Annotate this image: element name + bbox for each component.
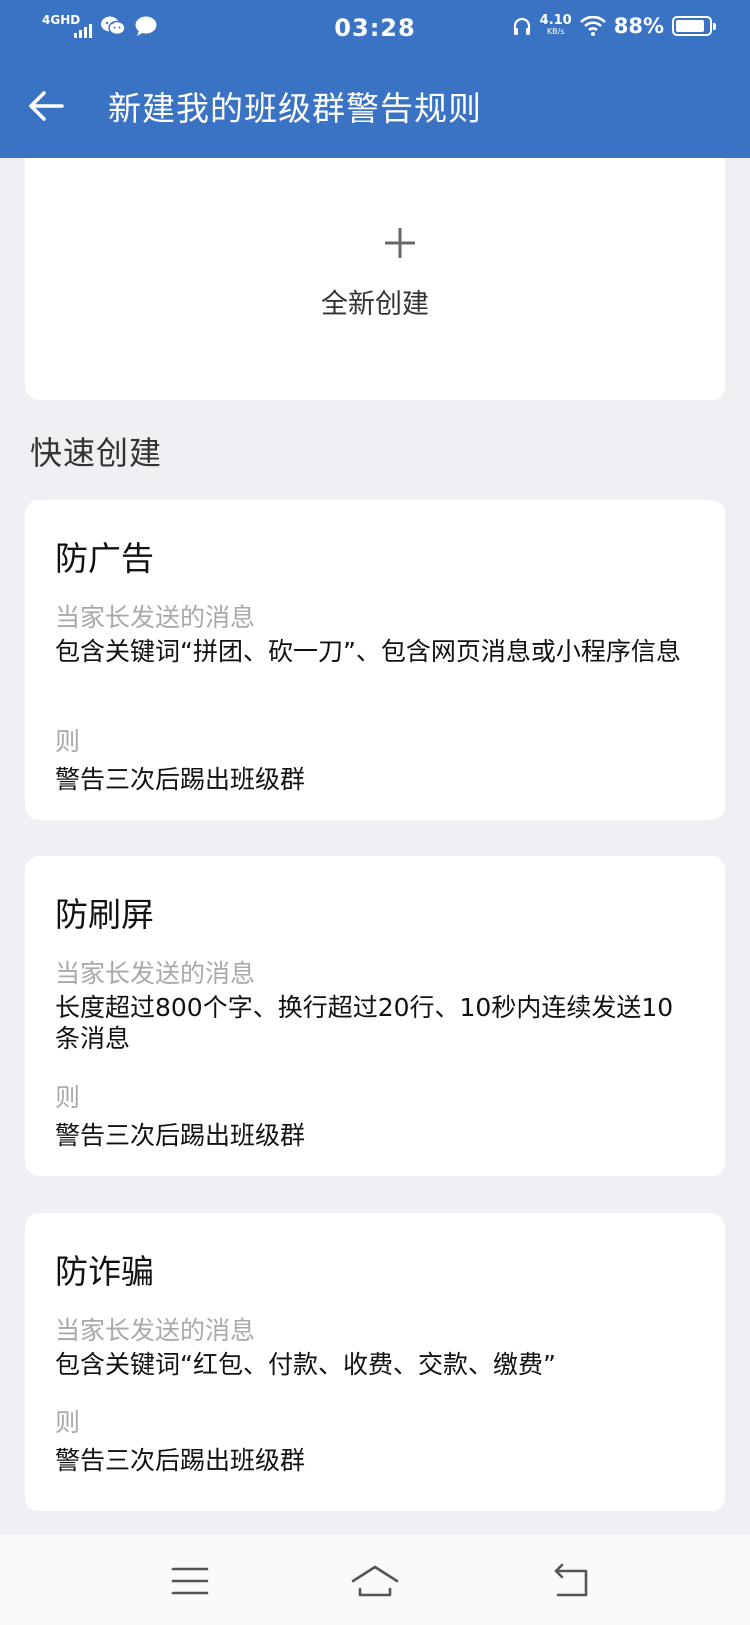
back-arrow-icon: [29, 91, 64, 121]
status-right: 4.10 KB/s 88%: [512, 13, 716, 38]
rule-then-label: 则: [55, 727, 81, 756]
battery-percent: 88%: [613, 14, 664, 38]
wifi-icon: [579, 16, 606, 36]
home-button[interactable]: [350, 1559, 400, 1603]
rule-then-label: 则: [55, 1083, 81, 1112]
headphone-icon: [513, 17, 530, 35]
system-nav-bar: [0, 1535, 750, 1625]
rule-action-text: 警告三次后踢出班级群: [55, 1446, 306, 1475]
rule-action-text: 警告三次后踢出班级群: [55, 1121, 306, 1150]
rule-title: 防诈骗: [55, 1252, 154, 1291]
rule-card-anti-fraud[interactable]: 防诈骗 当家长发送的消息 包含关键词“红包、付款、收费、交款、缴费” 则 警告三…: [25, 1213, 725, 1511]
rule-title: 防刷屏: [55, 895, 154, 934]
battery-fill: [676, 20, 705, 32]
rule-condition-text: 包含关键词“拼团、砍一刀”、包含网页消息或小程序信息: [55, 637, 681, 666]
create-new-label: 全新创建: [321, 289, 429, 320]
net-speed: 4.10 KB/s: [539, 13, 572, 37]
rule-title: 防广告: [55, 539, 154, 578]
rule-condition-label: 当家长发送的消息: [55, 603, 256, 632]
battery-icon: [672, 16, 716, 36]
return-icon: [554, 1563, 588, 1597]
app-bar: 新建我的班级群警告规则: [0, 58, 750, 158]
back-nav-button[interactable]: [548, 1559, 598, 1603]
menu-icon: [171, 1567, 209, 1595]
menu-button[interactable]: [165, 1559, 215, 1603]
rule-condition-label: 当家长发送的消息: [55, 1316, 256, 1345]
section-title-quick-create: 快速创建: [30, 434, 163, 472]
net-speed-unit: KB/s: [546, 27, 565, 36]
rule-condition-text: 长度超过800个字、换行超过20行、10秒内连续发送10条消息: [55, 993, 674, 1053]
net-speed-value: 4.10: [539, 13, 572, 28]
rule-card-anti-ad[interactable]: 防广告 当家长发送的消息 包含关键词“拼团、砍一刀”、包含网页消息或小程序信息 …: [25, 500, 725, 820]
plus-icon: [385, 228, 415, 258]
rule-condition-label: 当家长发送的消息: [55, 959, 256, 988]
home-icon: [351, 1565, 399, 1597]
back-button[interactable]: [26, 86, 66, 126]
page-title: 新建我的班级群警告规则: [108, 89, 482, 128]
rule-action-text: 警告三次后踢出班级群: [55, 765, 306, 794]
status-bar: 4GHD 03:28 4.10 KB/s 88%: [0, 0, 750, 58]
rule-condition-text: 包含关键词“红包、付款、收费、交款、缴费”: [55, 1350, 556, 1379]
rule-card-anti-flood[interactable]: 防刷屏 当家长发送的消息 长度超过800个字、换行超过20行、10秒内连续发送1…: [25, 856, 725, 1176]
create-new-button[interactable]: 全新创建: [25, 158, 725, 400]
rule-then-label: 则: [55, 1408, 81, 1437]
